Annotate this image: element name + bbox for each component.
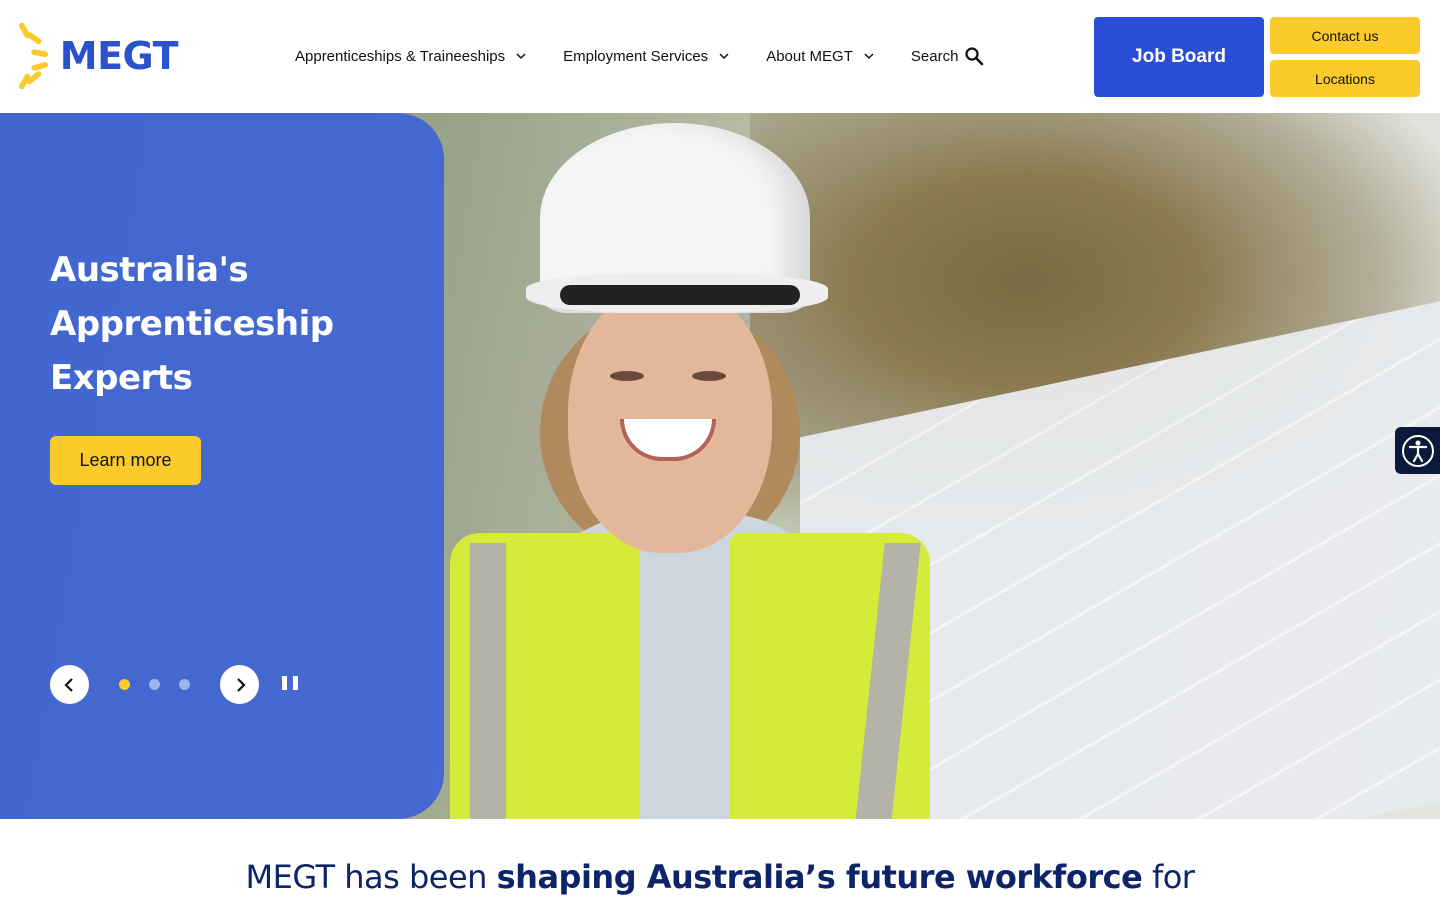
chevron-down-icon bbox=[516, 53, 526, 60]
carousel-dot-3[interactable] bbox=[179, 679, 190, 690]
hero-title: Australia's Apprenticeship Experts bbox=[50, 243, 410, 405]
nav-item-apprenticeships[interactable]: Apprenticeships & Traineeships bbox=[295, 48, 527, 65]
hero-title-line: Apprenticeship bbox=[50, 304, 334, 344]
accessibility-button[interactable] bbox=[1395, 427, 1440, 474]
main-nav: Apprenticeships & Traineeships Employmen… bbox=[295, 40, 984, 72]
learn-more-button[interactable]: Learn more bbox=[50, 436, 201, 485]
nav-item-label: About MEGT bbox=[766, 47, 853, 65]
tagline-emphasis: shaping Australia’s future workforce bbox=[496, 858, 1143, 896]
hero-worker-image bbox=[440, 113, 960, 819]
chevron-right-icon bbox=[236, 677, 246, 692]
brand-name: MEGT bbox=[59, 34, 179, 78]
nav-item-label: Apprenticeships & Traineeships bbox=[295, 47, 506, 65]
search-button[interactable]: Search bbox=[911, 46, 985, 66]
contact-us-button[interactable]: Contact us bbox=[1270, 17, 1420, 54]
search-label: Search bbox=[910, 47, 959, 65]
carousel-pause-button[interactable] bbox=[282, 676, 298, 692]
chevron-left-icon bbox=[63, 677, 73, 692]
intro-tagline: MEGT has been shaping Australia’s future… bbox=[0, 858, 1440, 896]
hero-title-line: Experts bbox=[50, 358, 193, 398]
hero-carousel: Australia's Apprenticeship Experts Learn… bbox=[0, 113, 1440, 819]
locations-button[interactable]: Locations bbox=[1270, 60, 1420, 97]
sunburst-logo-icon bbox=[18, 22, 49, 90]
nav-item-label: Employment Services bbox=[563, 47, 709, 65]
search-icon bbox=[965, 47, 984, 66]
chevron-down-icon bbox=[864, 53, 874, 60]
hero-title-line: Australia's bbox=[50, 250, 249, 290]
megt-logo[interactable]: MEGT bbox=[18, 18, 179, 94]
nav-item-employment-services[interactable]: Employment Services bbox=[563, 48, 730, 65]
pause-icon bbox=[282, 676, 287, 690]
carousel-prev-button[interactable] bbox=[50, 665, 89, 704]
nav-item-about[interactable]: About MEGT bbox=[766, 48, 875, 65]
carousel-dot-1[interactable] bbox=[119, 679, 130, 690]
job-board-button[interactable]: Job Board bbox=[1094, 17, 1264, 97]
accessibility-icon bbox=[1401, 434, 1434, 467]
carousel-dot-2[interactable] bbox=[149, 679, 160, 690]
tagline-prefix: MEGT has been bbox=[245, 858, 488, 896]
site-header: MEGT Apprenticeships & Traineeships Empl… bbox=[0, 0, 1440, 113]
carousel-next-button[interactable] bbox=[220, 665, 259, 704]
hero-text-panel: Australia's Apprenticeship Experts Learn… bbox=[0, 113, 444, 819]
chevron-down-icon bbox=[719, 53, 729, 60]
tagline-suffix: for bbox=[1151, 858, 1195, 896]
